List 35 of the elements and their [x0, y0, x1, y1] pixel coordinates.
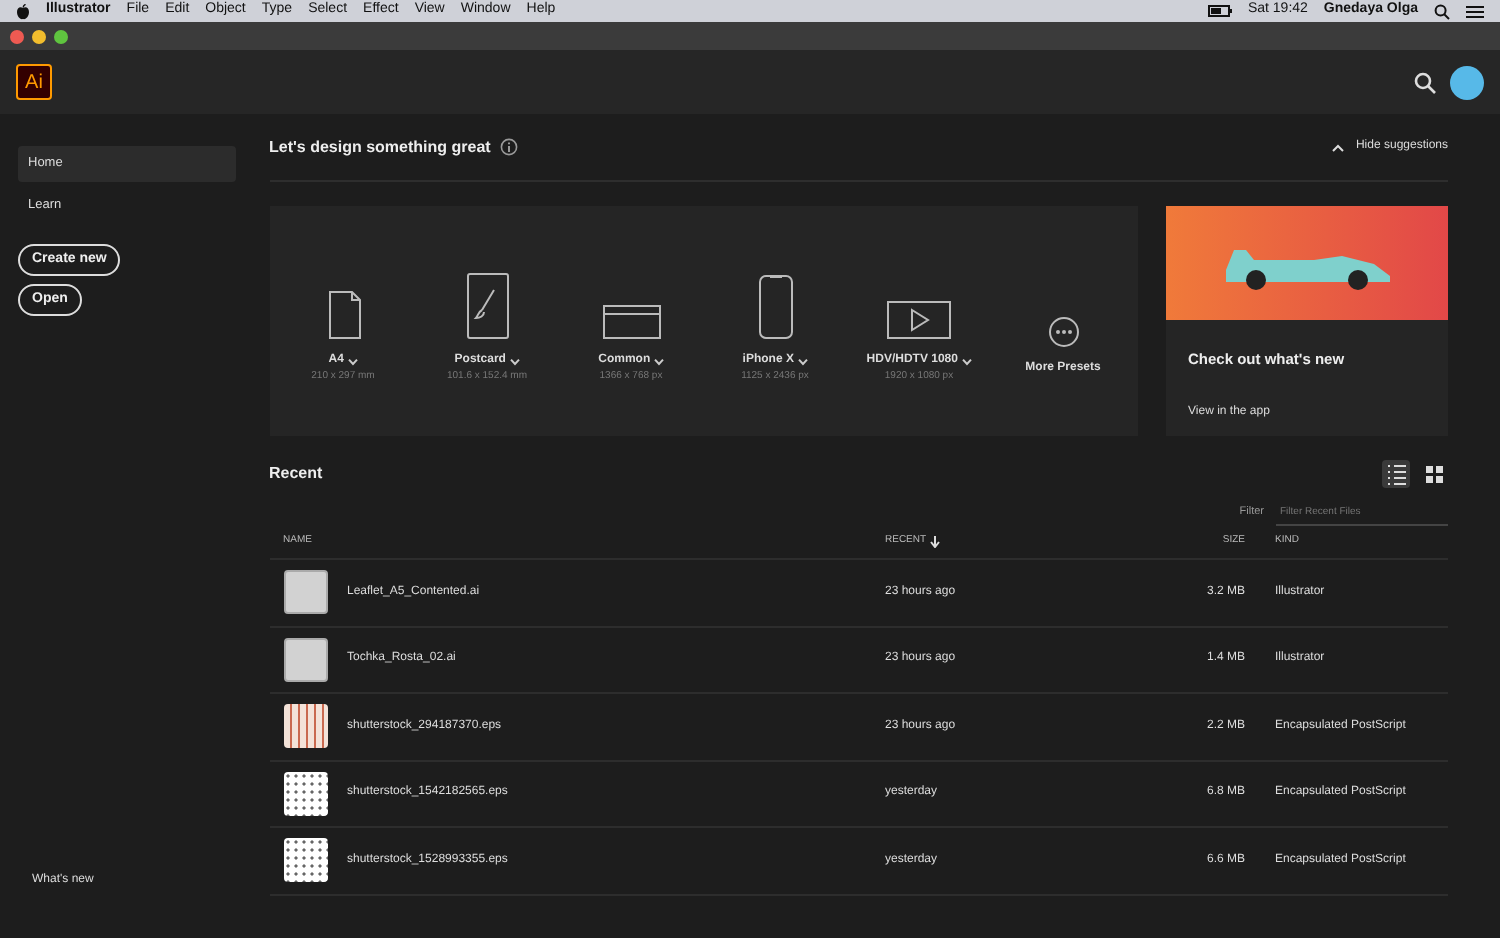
screen-icon[interactable]	[601, 304, 661, 341]
zoom-window-button[interactable]	[54, 29, 68, 43]
battery-icon[interactable]	[1207, 4, 1232, 18]
search-icon[interactable]	[1434, 3, 1450, 19]
list-view-button[interactable]	[1382, 460, 1410, 488]
list-menu-icon[interactable]	[1466, 3, 1484, 19]
file-thumbnail	[283, 771, 327, 816]
chevron-up-icon	[1331, 143, 1344, 151]
page-icon[interactable]	[325, 290, 361, 341]
phone-icon[interactable]	[757, 274, 793, 341]
apple-icon[interactable]	[16, 3, 30, 19]
list-view-icon	[1382, 460, 1410, 488]
file-thumbnail	[283, 704, 327, 749]
minimize-window-button[interactable]	[32, 29, 46, 43]
avatar[interactable]	[1450, 65, 1484, 99]
section-title: Let's design something great	[269, 135, 491, 159]
chevron-down-icon[interactable]	[347, 357, 358, 366]
search-icon[interactable]	[1414, 71, 1436, 93]
file-thumbnail	[283, 637, 327, 682]
chevron-down-icon[interactable]	[509, 357, 520, 366]
file-thumbnail	[283, 838, 327, 883]
tablet-brush-icon[interactable]	[465, 272, 509, 341]
sort-down-icon[interactable]	[929, 536, 940, 548]
chevron-down-icon[interactable]	[961, 357, 972, 366]
chevron-down-icon[interactable]	[797, 357, 808, 366]
grid-view-icon	[1420, 460, 1448, 488]
file-thumbnail	[283, 570, 327, 615]
info-icon[interactable]	[500, 138, 519, 156]
more-icon[interactable]	[1047, 316, 1079, 348]
chevron-down-icon[interactable]	[653, 357, 664, 366]
recent-title: Recent	[269, 462, 323, 486]
close-window-button[interactable]	[10, 29, 24, 43]
app-logo: Ai	[16, 64, 52, 100]
video-player-icon[interactable]	[886, 300, 952, 341]
grid-view-button[interactable]	[1420, 460, 1448, 488]
